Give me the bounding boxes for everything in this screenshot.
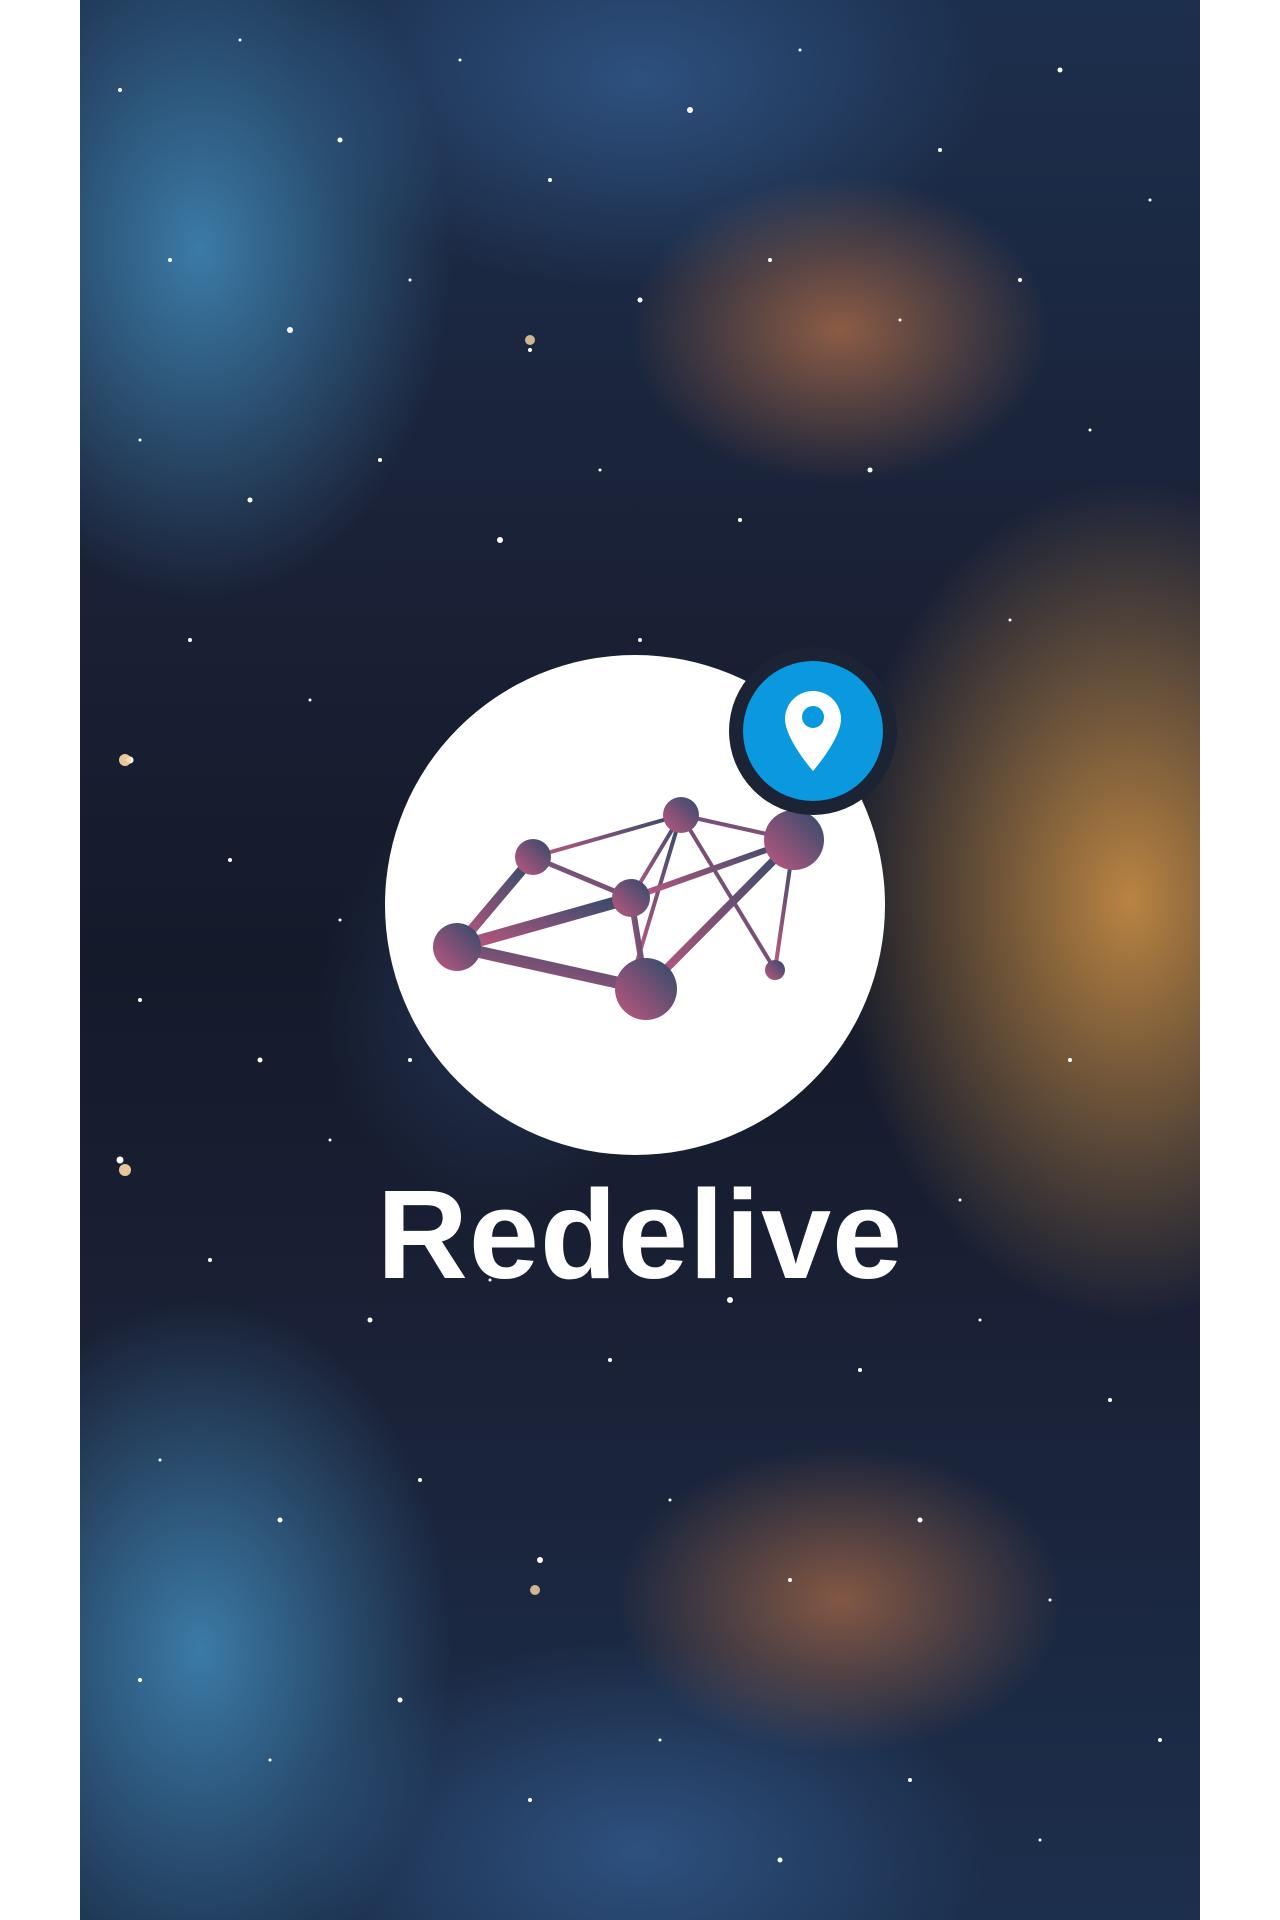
location-pin-icon [785,691,841,771]
app-title: Redelive [376,1164,904,1305]
app-logo [385,655,885,1155]
page: Redelive [0,0,1280,1920]
location-badge [743,661,883,801]
